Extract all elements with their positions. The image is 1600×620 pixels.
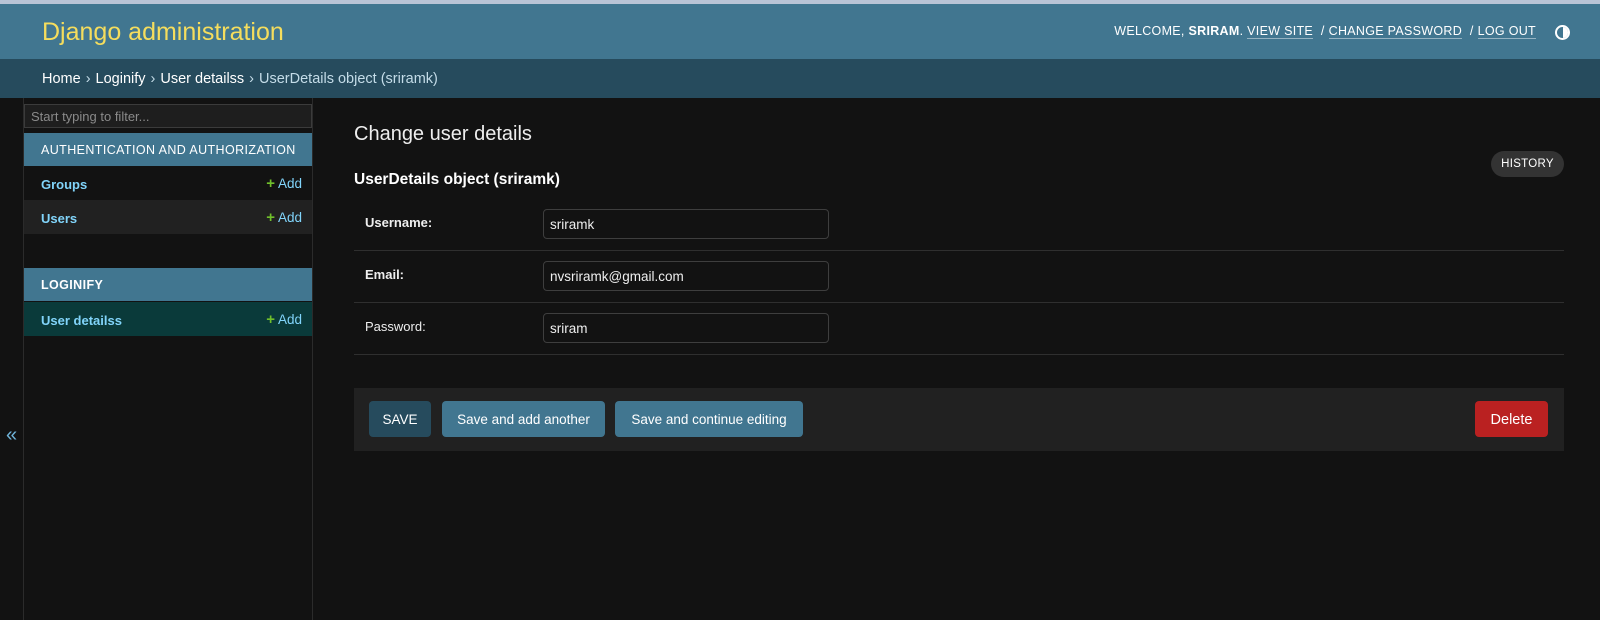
breadcrumb-separator: › xyxy=(150,71,156,87)
view-site-link[interactable]: VIEW SITE xyxy=(1247,24,1314,39)
sidebar-item-label[interactable]: Groups xyxy=(41,177,87,192)
breadcrumb-user-detailss[interactable]: User detailss xyxy=(160,71,244,87)
sidebar-collapse-strip[interactable] xyxy=(0,98,24,620)
sidebar-item-label[interactable]: User detailss xyxy=(41,313,122,328)
form-row-username: Username: xyxy=(354,199,1564,251)
password-label: Password: xyxy=(365,319,426,334)
form-row-password: Password: xyxy=(354,303,1564,355)
add-user-detailss-link[interactable]: + Add xyxy=(266,311,302,328)
breadcrumb-current: UserDetails object (sriramk) xyxy=(259,71,438,87)
add-users-link[interactable]: + Add xyxy=(266,209,302,226)
email-label: Email: xyxy=(365,267,405,282)
breadcrumb-separator: › xyxy=(249,71,255,87)
module-header-loginify[interactable]: LOGINIFY xyxy=(24,268,312,301)
site-header: Django administration WELCOME, SRIRAM. V… xyxy=(0,4,1600,59)
username-label: Username: xyxy=(365,215,433,230)
user-tools: WELCOME, SRIRAM. VIEW SITE / CHANGE PASSW… xyxy=(1114,24,1536,39)
history-button[interactable]: HISTORY xyxy=(1491,151,1564,177)
save-and-add-another-button[interactable]: Save and add another xyxy=(442,401,605,437)
sidebar-item-user-detailss[interactable]: User detailss + Add xyxy=(24,302,312,336)
module-header-auth[interactable]: AUTHENTICATION AND AUTHORIZATION xyxy=(24,133,312,166)
sidebar-item-users[interactable]: Users + Add xyxy=(24,200,312,234)
save-and-continue-button[interactable]: Save and continue editing xyxy=(615,401,803,437)
sidebar-item-label[interactable]: Users xyxy=(41,211,77,226)
breadcrumb-home[interactable]: Home xyxy=(42,71,81,87)
plus-icon: + xyxy=(266,311,275,328)
delete-button[interactable]: Delete xyxy=(1475,401,1548,437)
log-out-link[interactable]: LOG OUT xyxy=(1477,24,1536,39)
sidebar-item-groups[interactable]: Groups + Add xyxy=(24,166,312,200)
page-title: Change user details xyxy=(354,123,532,145)
welcome-prefix: WELCOME, xyxy=(1114,24,1185,38)
nav-filter-input[interactable] xyxy=(24,104,312,128)
plus-icon: + xyxy=(266,209,275,226)
email-field[interactable] xyxy=(543,261,829,291)
form-row-email: Email: xyxy=(354,251,1564,303)
add-groups-link[interactable]: + Add xyxy=(266,175,302,192)
welcome-username: SRIRAM xyxy=(1188,24,1240,38)
separator: / xyxy=(1469,24,1474,38)
breadcrumb-loginify[interactable]: Loginify xyxy=(96,71,146,87)
theme-toggle-icon[interactable] xyxy=(1555,25,1570,40)
site-brand-title[interactable]: Django administration xyxy=(42,18,284,47)
plus-icon: + xyxy=(266,175,275,192)
password-field[interactable] xyxy=(543,313,829,343)
change-password-link[interactable]: CHANGE PASSWORD xyxy=(1328,24,1463,39)
breadcrumb-separator: › xyxy=(85,71,91,87)
username-field[interactable] xyxy=(543,209,829,239)
save-button[interactable]: SAVE xyxy=(369,401,431,437)
object-title: UserDetails object (sriramk) xyxy=(354,171,560,188)
breadcrumb: Home › Loginify › User detailss › UserDetails … xyxy=(0,59,1600,98)
submit-row: SAVE Save and add another Save and conti… xyxy=(354,388,1564,451)
separator: / xyxy=(1320,24,1325,38)
collapse-sidebar-icon[interactable]: « xyxy=(6,424,17,447)
